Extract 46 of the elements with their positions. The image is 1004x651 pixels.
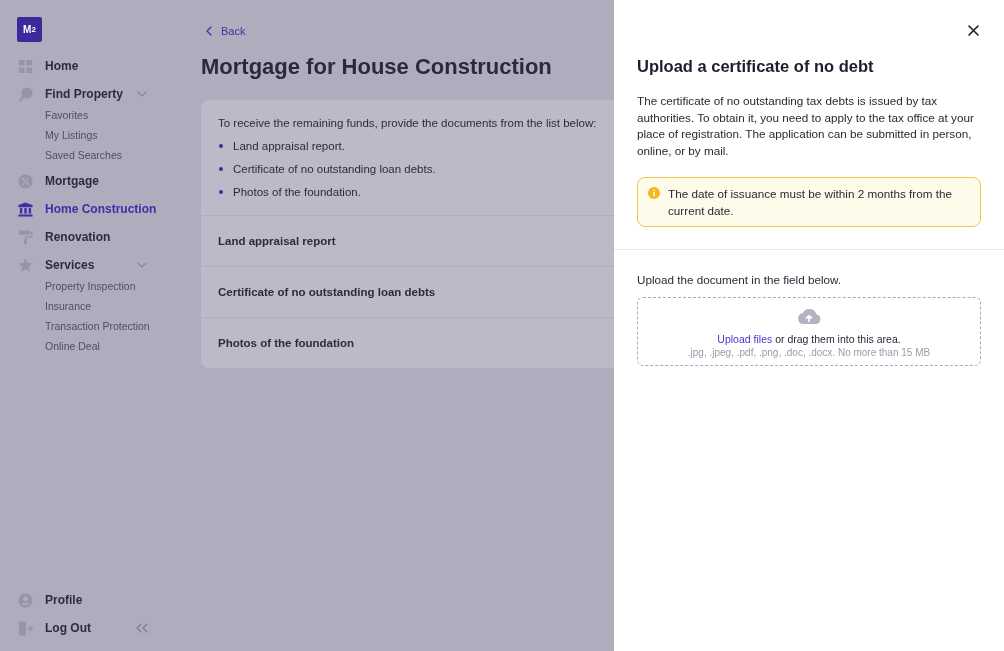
nav-item[interactable]: Home Construction — [18, 195, 160, 223]
info-icon — [648, 187, 660, 200]
chevron-left-icon — [206, 26, 212, 36]
nav-item[interactable]: Profile — [18, 586, 118, 614]
back-link[interactable]: Back — [206, 23, 246, 39]
list-item-text: Land appraisal report. — [233, 139, 345, 152]
upload-prompt: Upload the document in the field below. — [637, 271, 843, 288]
close-button[interactable] — [968, 25, 979, 36]
bullet-icon — [219, 143, 223, 148]
double-chevron-left-icon — [135, 623, 149, 633]
list-item-text: Photos of the foundation. — [233, 185, 361, 198]
star-icon — [18, 257, 33, 273]
nav-item[interactable]: Find Property — [18, 80, 150, 108]
nav-item[interactable]: Mortgage — [18, 167, 150, 195]
bullet-icon — [219, 166, 223, 171]
logout-icon — [18, 620, 33, 636]
panel-description: The certificate of no outstanding tax debts is issued by tax authorities. To obtain it, you need to apply to the tax office at your place of registration. The application can be submitted in person, online, or by mail. — [637, 93, 975, 160]
nav-item[interactable]: Renovation — [18, 223, 150, 251]
nav-subitem[interactable]: Property Inspection — [45, 276, 136, 296]
grid-icon — [18, 58, 33, 74]
nav-subitem[interactable]: Online Deal — [45, 336, 100, 356]
nav-item[interactable]: Home — [18, 52, 150, 80]
card-intro: To receive the remaining funds, provide the documents from the list below: — [218, 116, 597, 131]
percent-icon — [18, 173, 33, 189]
nav-subitem[interactable]: My Listings — [45, 125, 98, 145]
bank-icon — [18, 201, 33, 217]
paint-roller-icon — [18, 229, 33, 245]
bullet-icon — [219, 189, 223, 194]
close-icon — [968, 25, 979, 36]
user-icon — [18, 592, 33, 608]
nav-subitem[interactable]: Saved Searches — [45, 145, 123, 165]
notice-text: The date of issuance must be within 2 months from the current date. — [668, 185, 953, 219]
page-title: Mortgage for House Construction — [201, 53, 552, 81]
nav-subitem[interactable]: Transaction Protection — [45, 316, 150, 336]
search-icon — [18, 86, 33, 102]
list-item-text: Certificate of no outstanding loan debts. — [233, 162, 436, 175]
cloud-upload-icon — [797, 307, 821, 324]
file-format-hint: .jpg, .jpeg, .pdf, .png, .doc, .docx. No more than 15 MB — [687, 345, 931, 360]
dropzone-field[interactable]: Upload files or drag them into this area. .jpg, .jpeg, .pdf, .png, .doc, .docx. No more than 15 MB — [637, 296, 981, 366]
nav-item[interactable]: Services — [18, 251, 150, 279]
upload-files-link[interactable]: Upload files — [717, 332, 773, 345]
panel-title: Upload a certificate of no debt — [637, 56, 875, 77]
dropzone-instruction: Upload files or drag them into this area. — [717, 331, 901, 346]
nav-subitem[interactable]: Insurance — [45, 296, 92, 316]
nav-subitem[interactable]: Favorites — [45, 105, 89, 125]
nav-item[interactable]: Log Out — [18, 614, 118, 642]
